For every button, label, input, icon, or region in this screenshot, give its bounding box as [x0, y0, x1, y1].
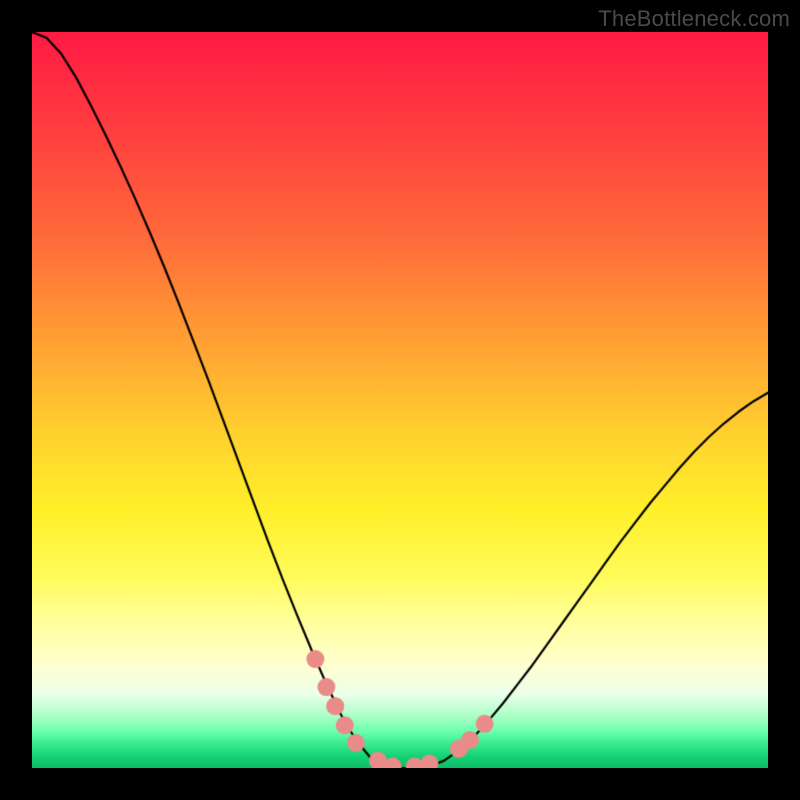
chart-frame: TheBottleneck.com — [0, 0, 800, 800]
plot-area — [32, 32, 768, 768]
watermark-label: TheBottleneck.com — [598, 6, 790, 32]
bottleneck-curve-canvas — [32, 32, 768, 768]
